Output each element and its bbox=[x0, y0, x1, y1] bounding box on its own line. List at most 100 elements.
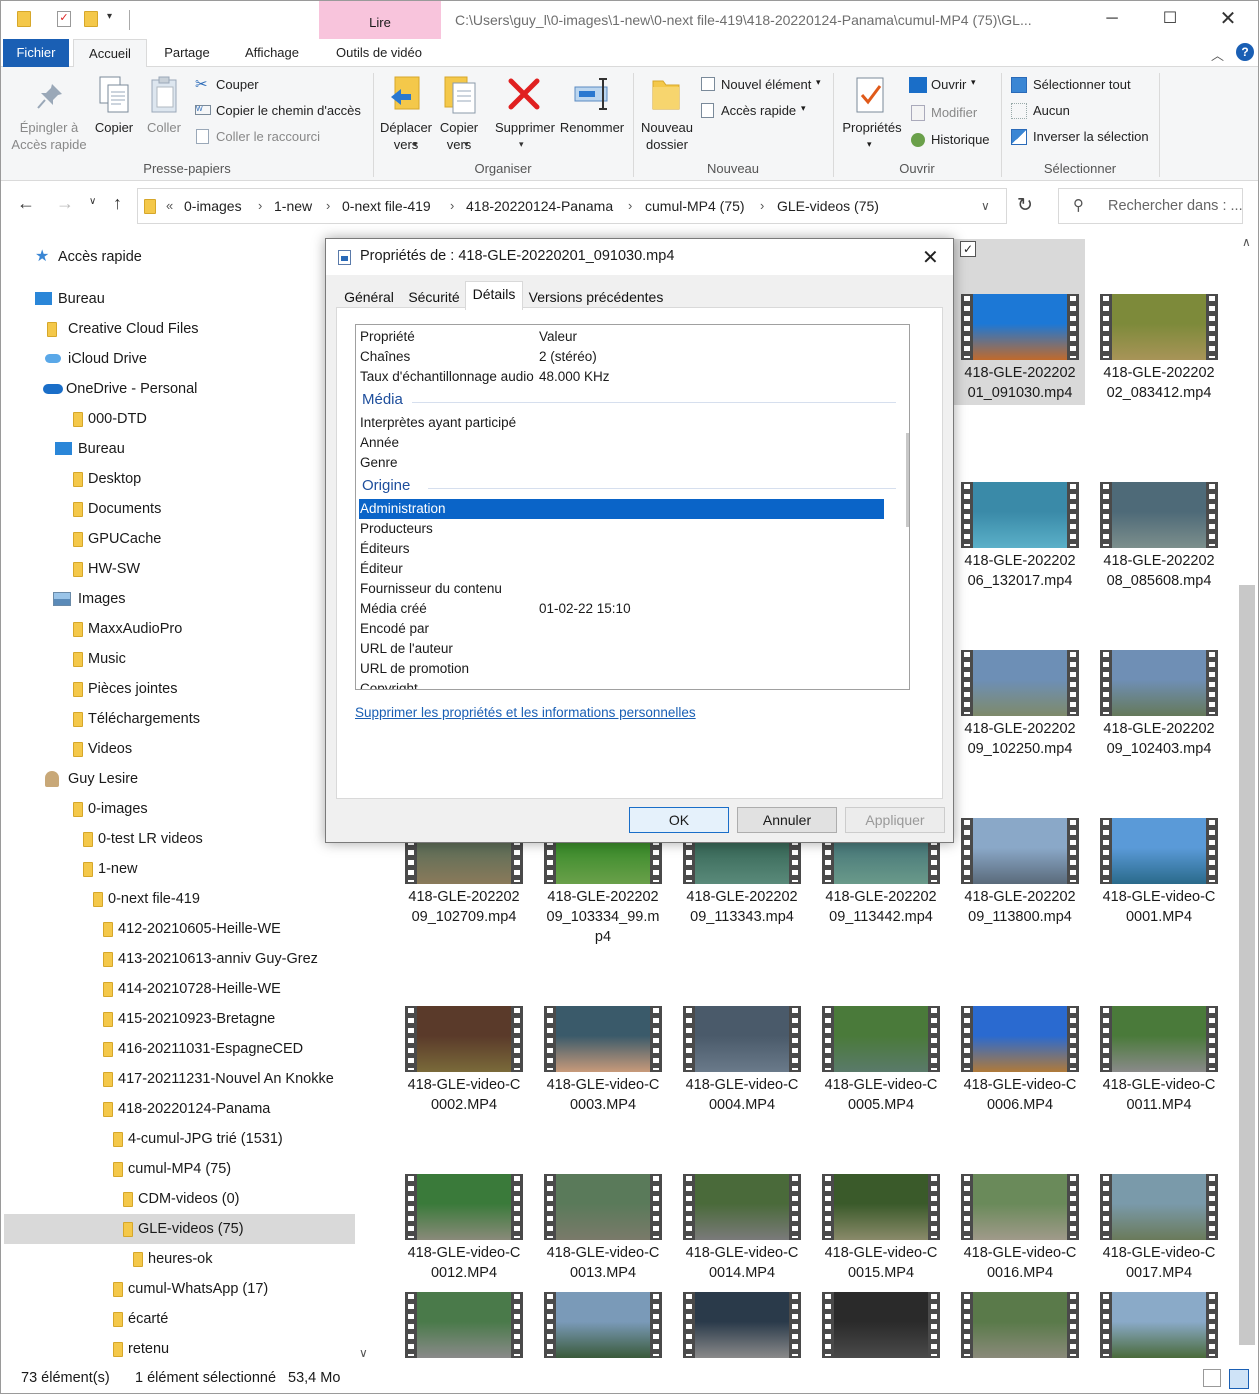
video-thumbnail[interactable] bbox=[822, 1174, 940, 1240]
video-thumbnail[interactable] bbox=[1100, 650, 1218, 716]
apply-button[interactable]: Appliquer bbox=[845, 807, 945, 833]
video-thumbnail[interactable] bbox=[1100, 818, 1218, 884]
properties-check-icon[interactable]: ✓ bbox=[57, 11, 71, 27]
tab-details[interactable]: Détails bbox=[465, 281, 523, 310]
nav-item[interactable]: Téléchargements bbox=[1, 704, 351, 734]
crumb-cumul-mp4[interactable]: cumul-MP4 (75) bbox=[645, 189, 745, 223]
chevron-right-icon[interactable]: › bbox=[326, 189, 330, 223]
property-row[interactable]: Éditeur bbox=[356, 559, 881, 579]
tab-partage[interactable]: Partage bbox=[151, 39, 223, 67]
property-row[interactable]: Taux d'échantillonnage audio 48.000 KHz bbox=[356, 367, 881, 387]
chevron-right-icon[interactable]: › bbox=[258, 189, 262, 223]
chevron-right-icon[interactable]: › bbox=[760, 189, 764, 223]
file-name-label[interactable]: 418-GLE-202202 06_132017.mp4 bbox=[956, 551, 1084, 591]
file-name-label[interactable]: 418-GLE-video-C 0016.MP4 bbox=[956, 1243, 1084, 1283]
property-row[interactable]: Copyright bbox=[356, 679, 881, 689]
nav-item[interactable]: 417-20211231-Nouvel An Knokke bbox=[1, 1064, 351, 1094]
file-name-label[interactable]: 418-GLE-202202 08_085608.mp4 bbox=[1095, 551, 1223, 591]
file-name-label[interactable]: 418-GLE-video-C 0012.MP4 bbox=[400, 1243, 528, 1283]
nav-item[interactable]: 418-20220124-Panama bbox=[1, 1094, 351, 1124]
cut-button[interactable]: Couper bbox=[216, 75, 259, 95]
nav-item[interactable]: 416-20211031-EspagneCED bbox=[1, 1034, 351, 1064]
nav-item[interactable]: 415-20210923-Bretagne bbox=[1, 1004, 351, 1034]
details-view-icon[interactable] bbox=[1203, 1369, 1221, 1387]
property-row[interactable]: Média créé 01-02-22 15:10 bbox=[356, 599, 881, 619]
copy-to-button[interactable]: Copier vers bbox=[435, 119, 483, 153]
cancel-button[interactable]: Annuler bbox=[737, 807, 837, 833]
nav-item[interactable]: Videos bbox=[1, 734, 351, 764]
nav-item[interactable]: MaxxAudioPro bbox=[1, 614, 351, 644]
chevron-down-icon[interactable]: ∨ bbox=[981, 189, 990, 223]
maximize-button[interactable]: ☐ bbox=[1141, 1, 1199, 39]
address-bar[interactable]: « 0-images › 1-new › 0-next file-419 › 4… bbox=[137, 188, 1007, 224]
chevron-up-icon[interactable]: ∧ bbox=[908, 325, 909, 339]
crumb-gle-videos[interactable]: GLE-videos (75) bbox=[777, 189, 879, 223]
video-thumbnail[interactable] bbox=[544, 1174, 662, 1240]
file-name-label[interactable]: 418-GLE-202202 09_113800.mp4 bbox=[956, 887, 1084, 927]
invert-selection-button[interactable]: Inverser la sélection bbox=[1033, 127, 1149, 147]
file-name-label[interactable]: 418-GLE-video-C 0005.MP4 bbox=[817, 1075, 945, 1115]
chevron-down-icon[interactable]: ∨ bbox=[359, 1346, 368, 1360]
file-name-label[interactable]: 418-GLE-202202 09_113343.mp4 bbox=[678, 887, 806, 927]
property-row[interactable]: Chaînes 2 (stéréo) bbox=[356, 347, 881, 367]
nav-item[interactable]: cumul-MP4 (75) bbox=[1, 1154, 351, 1184]
scrollbar-thumb[interactable] bbox=[1239, 585, 1255, 1345]
copy-path-button[interactable]: Copier le chemin d'accès bbox=[216, 101, 361, 121]
nav-item[interactable]: iCloud Drive bbox=[1, 344, 351, 374]
video-thumbnail[interactable] bbox=[1100, 1006, 1218, 1072]
nav-item[interactable]: GPUCache bbox=[1, 524, 351, 554]
video-thumbnail[interactable] bbox=[961, 1292, 1079, 1358]
file-name-label[interactable]: 418-GLE-video-C 0014.MP4 bbox=[678, 1243, 806, 1283]
video-thumbnail[interactable] bbox=[961, 818, 1079, 884]
video-thumbnail[interactable] bbox=[544, 1006, 662, 1072]
copy-button[interactable]: Copier bbox=[89, 119, 139, 136]
file-name-label[interactable]: 418-GLE-202202 09_113442.mp4 bbox=[817, 887, 945, 927]
video-thumbnail[interactable] bbox=[405, 1292, 523, 1358]
nav-item[interactable]: Music bbox=[1, 644, 351, 674]
file-name-label[interactable]: 418-GLE-202202 01_091030.mp4 bbox=[956, 363, 1084, 403]
nav-item[interactable]: heures-ok bbox=[1, 1244, 351, 1274]
nav-item[interactable]: Bureau bbox=[1, 284, 351, 314]
file-name-label[interactable]: 418-GLE-202202 09_103334_99.m p4 bbox=[539, 887, 667, 947]
nav-item[interactable]: Desktop bbox=[1, 464, 351, 494]
video-thumbnail[interactable] bbox=[1100, 482, 1218, 548]
property-row[interactable]: Fournisseur du contenu bbox=[356, 579, 881, 599]
file-name-label[interactable]: 418-GLE-202202 09_102709.mp4 bbox=[400, 887, 528, 927]
property-row[interactable]: Interprètes ayant participé bbox=[356, 413, 881, 433]
crumb-0-next-file-419[interactable]: 0-next file-419 bbox=[342, 189, 431, 223]
nav-item[interactable]: retenu bbox=[1, 1334, 351, 1364]
edit-button[interactable]: Modifier bbox=[931, 103, 977, 123]
up-arrow-icon[interactable]: ↑ bbox=[113, 193, 122, 214]
forward-arrow-icon[interactable]: → bbox=[56, 193, 74, 214]
recent-locations-icon[interactable]: ∨ bbox=[89, 196, 96, 207]
nav-item[interactable]: Documents bbox=[1, 494, 351, 524]
nav-item[interactable]: Pièces jointes bbox=[1, 674, 351, 704]
video-thumbnail[interactable] bbox=[544, 1292, 662, 1358]
content-scrollbar[interactable]: ∧ bbox=[1237, 235, 1258, 1365]
file-name-label[interactable]: 418-GLE-202202 09_102403.mp4 bbox=[1095, 719, 1223, 759]
file-name-label[interactable]: 418-GLE-video-C 0006.MP4 bbox=[956, 1075, 1084, 1115]
file-name-label[interactable]: 418-GLE-video-C 0013.MP4 bbox=[539, 1243, 667, 1283]
nav-item[interactable]: 413-20210613-anniv Guy-Grez bbox=[1, 944, 351, 974]
delete-button[interactable]: Supprimer bbox=[491, 119, 559, 136]
video-thumbnail[interactable] bbox=[1100, 1292, 1218, 1358]
tab-general[interactable]: Général bbox=[340, 285, 398, 309]
contextual-tab-lire[interactable]: Lire bbox=[319, 1, 441, 39]
file-name-label[interactable]: 418-GLE-video-C 0004.MP4 bbox=[678, 1075, 806, 1115]
paste-shortcut-button[interactable]: Coller le raccourci bbox=[216, 127, 320, 147]
property-row[interactable]: Éditeurs bbox=[356, 539, 881, 559]
pin-quick-access-button[interactable]: Épingler à Accès rapide bbox=[7, 119, 91, 153]
column-property[interactable]: Propriété bbox=[360, 327, 415, 347]
video-thumbnail[interactable] bbox=[405, 1174, 523, 1240]
large-icons-view-icon[interactable] bbox=[1229, 1369, 1249, 1389]
property-row[interactable]: Administration bbox=[356, 499, 881, 519]
nav-item[interactable]: 0-images bbox=[1, 794, 351, 824]
close-button[interactable]: ✕ bbox=[1199, 1, 1257, 39]
file-name-label[interactable]: 418-GLE-video-C 0015.MP4 bbox=[817, 1243, 945, 1283]
video-thumbnail[interactable] bbox=[405, 1006, 523, 1072]
nav-item[interactable]: 1-new bbox=[1, 854, 351, 884]
tab-accueil[interactable]: Accueil bbox=[73, 39, 147, 68]
nav-item[interactable]: Creative Cloud Files bbox=[1, 314, 351, 344]
property-row[interactable]: Encodé par bbox=[356, 619, 881, 639]
help-icon[interactable]: ? bbox=[1236, 43, 1254, 61]
